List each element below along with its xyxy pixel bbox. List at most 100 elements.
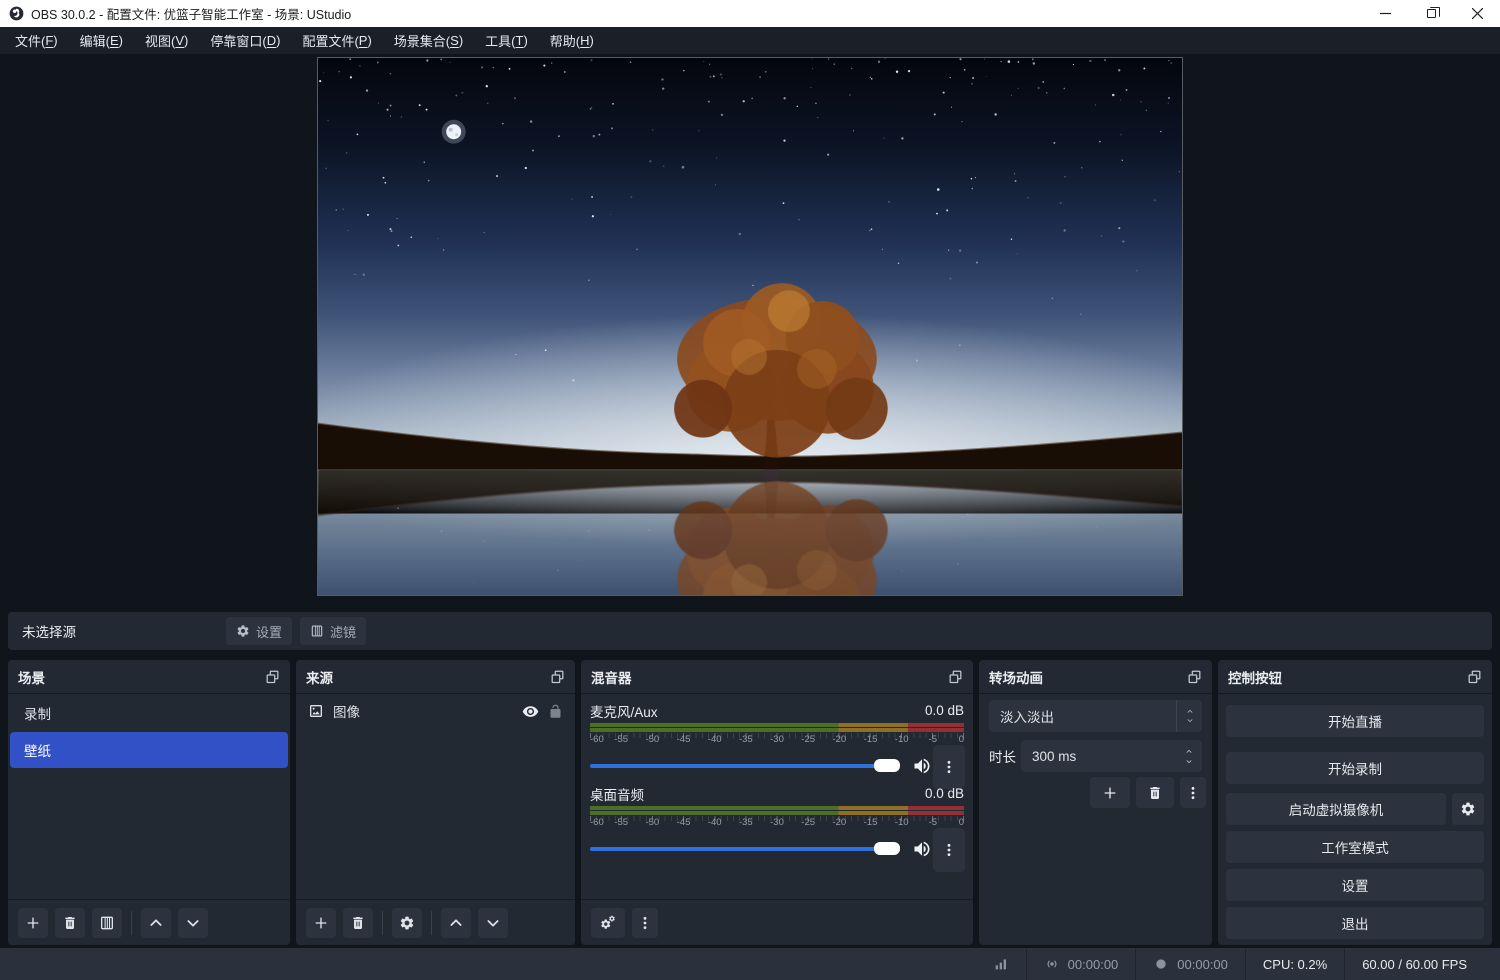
plus-icon	[313, 915, 329, 931]
minimize-button[interactable]	[1362, 0, 1408, 27]
source-item-image[interactable]: 图像	[296, 694, 575, 728]
remove-source-button[interactable]	[343, 908, 373, 938]
sources-header: 来源	[296, 660, 575, 694]
channel-menu-button[interactable]	[933, 828, 965, 872]
duration-label: 时长	[989, 740, 1016, 772]
mixer-channel-mic: 麦克风/Aux 0.0 dB -60-55-50-45-40-35-30-25-…	[581, 700, 973, 784]
meter-scale: -60-55-50-45-40-35-30-25-20-15-10-50	[590, 734, 964, 746]
mixer-menu-button[interactable]	[632, 908, 658, 938]
add-transition-button[interactable]	[1090, 777, 1130, 808]
sources-toolbar	[296, 899, 575, 945]
scene-item-0[interactable]: 录制	[10, 695, 288, 731]
source-filters-button[interactable]: 滤镜	[300, 617, 366, 645]
toolbar-divider	[131, 911, 132, 935]
channel-db: 0.0 dB	[925, 786, 964, 801]
controls-title: 控制按钮	[1228, 667, 1282, 687]
source-properties-button[interactable]	[392, 908, 422, 938]
lock-open-icon[interactable]	[548, 704, 563, 719]
chevron-up-icon	[148, 915, 164, 931]
remove-scene-button[interactable]	[55, 908, 85, 938]
scene-list: 录制壁纸	[8, 695, 290, 768]
popout-icon[interactable]	[550, 669, 565, 684]
scene-up-button[interactable]	[141, 908, 171, 938]
transition-select[interactable]: 淡入淡出	[989, 700, 1202, 732]
menu-item-t[interactable]: 工具(T)	[474, 27, 539, 54]
popout-icon[interactable]	[948, 669, 963, 684]
restore-button[interactable]	[1408, 0, 1454, 27]
volume-slider[interactable]	[590, 847, 900, 851]
moon	[442, 120, 466, 144]
chevron-down-icon	[485, 915, 501, 931]
visibility-eye-icon[interactable]	[522, 703, 539, 720]
controls-header: 控制按钮	[1218, 660, 1492, 694]
volume-slider[interactable]	[590, 764, 900, 768]
scenes-title: 场景	[18, 667, 45, 687]
channel-name: 麦克风/Aux	[590, 701, 658, 721]
add-scene-button[interactable]	[18, 908, 48, 938]
start-recording-button[interactable]: 开始录制	[1226, 752, 1484, 784]
chevron-down-icon	[185, 915, 201, 931]
duration-field[interactable]: 300 ms	[1021, 740, 1202, 772]
controls-panel: 控制按钮 开始直播 开始录制 启动虚拟摄像机 工作室模式 设置 退出	[1218, 660, 1492, 945]
source-down-button[interactable]	[478, 908, 508, 938]
signal-bars-icon	[993, 956, 1009, 972]
menu-item-d[interactable]: 停靠窗口(D)	[199, 27, 291, 54]
toolbar-divider	[431, 911, 432, 935]
advanced-audio-button[interactable]	[591, 908, 625, 938]
studio-mode-button[interactable]: 工作室模式	[1226, 831, 1484, 863]
popout-icon[interactable]	[1467, 669, 1482, 684]
trash-icon	[62, 915, 78, 931]
spinner-updown-icon[interactable]	[1176, 700, 1202, 732]
source-settings-button[interactable]: 设置	[226, 617, 292, 645]
mixer-channel-desktop: 桌面音频 0.0 dB -60-55-50-45-40-35-30-25-20-…	[581, 783, 973, 867]
menu-item-h[interactable]: 帮助(H)	[539, 27, 605, 54]
source-up-button[interactable]	[441, 908, 471, 938]
settings-button[interactable]: 设置	[1226, 869, 1484, 901]
start-streaming-button[interactable]: 开始直播	[1226, 705, 1484, 737]
transition-menu-button[interactable]	[1180, 777, 1206, 808]
trash-icon	[350, 915, 366, 931]
menu-item-v[interactable]: 视图(V)	[134, 27, 199, 54]
transitions-header: 转场动画	[979, 660, 1212, 694]
gear-icon	[236, 624, 250, 638]
plus-icon	[25, 915, 41, 931]
transition-value: 淡入淡出	[989, 706, 1176, 726]
scene-filters-button[interactable]	[92, 908, 122, 938]
window-title: OBS 30.0.2 - 配置文件: 优篮子智能工作室 - 场景: UStudi…	[31, 4, 351, 23]
speaker-icon[interactable]	[912, 839, 932, 859]
spinner-updown-icon[interactable]	[1184, 748, 1202, 765]
menu-item-s[interactable]: 场景集合(S)	[383, 27, 474, 54]
kebab-menu-icon	[941, 842, 957, 858]
connection-quality	[976, 956, 1026, 972]
trash-icon	[1147, 785, 1163, 801]
scene-down-button[interactable]	[178, 908, 208, 938]
record-dot-icon	[1153, 956, 1169, 972]
start-virtualcam-button[interactable]: 启动虚拟摄像机	[1226, 793, 1446, 825]
no-source-label: 未选择源	[22, 612, 76, 650]
remove-transition-button[interactable]	[1136, 777, 1174, 808]
fps-indicator: 60.00 / 60.00 FPS	[1345, 957, 1484, 972]
scenes-panel: 场景 录制壁纸	[8, 660, 290, 945]
plus-icon	[1102, 785, 1118, 801]
exit-button[interactable]: 退出	[1226, 907, 1484, 939]
kebab-menu-icon	[1185, 785, 1201, 801]
scene-item-1[interactable]: 壁纸	[10, 732, 288, 768]
menu-item-f[interactable]: 文件(F)	[4, 27, 69, 54]
scene-image	[318, 58, 1182, 595]
cpu-usage: CPU: 0.2%	[1246, 957, 1344, 972]
mixer-toolbar	[581, 899, 973, 945]
menu-item-p[interactable]: 配置文件(P)	[291, 27, 382, 54]
scenes-toolbar	[8, 899, 290, 945]
volume-slider-handle[interactable]	[874, 759, 900, 772]
close-button[interactable]	[1454, 0, 1500, 27]
speaker-icon[interactable]	[912, 756, 932, 776]
popout-icon[interactable]	[265, 669, 280, 684]
popout-icon[interactable]	[1187, 669, 1202, 684]
kebab-menu-icon	[941, 759, 957, 775]
menu-item-e[interactable]: 编辑(E)	[69, 27, 134, 54]
virtualcam-config-button[interactable]	[1452, 793, 1484, 825]
add-source-button[interactable]	[306, 908, 336, 938]
volume-slider-handle[interactable]	[874, 842, 900, 855]
duration-value: 300 ms	[1021, 749, 1184, 764]
preview-canvas[interactable]	[317, 57, 1183, 596]
